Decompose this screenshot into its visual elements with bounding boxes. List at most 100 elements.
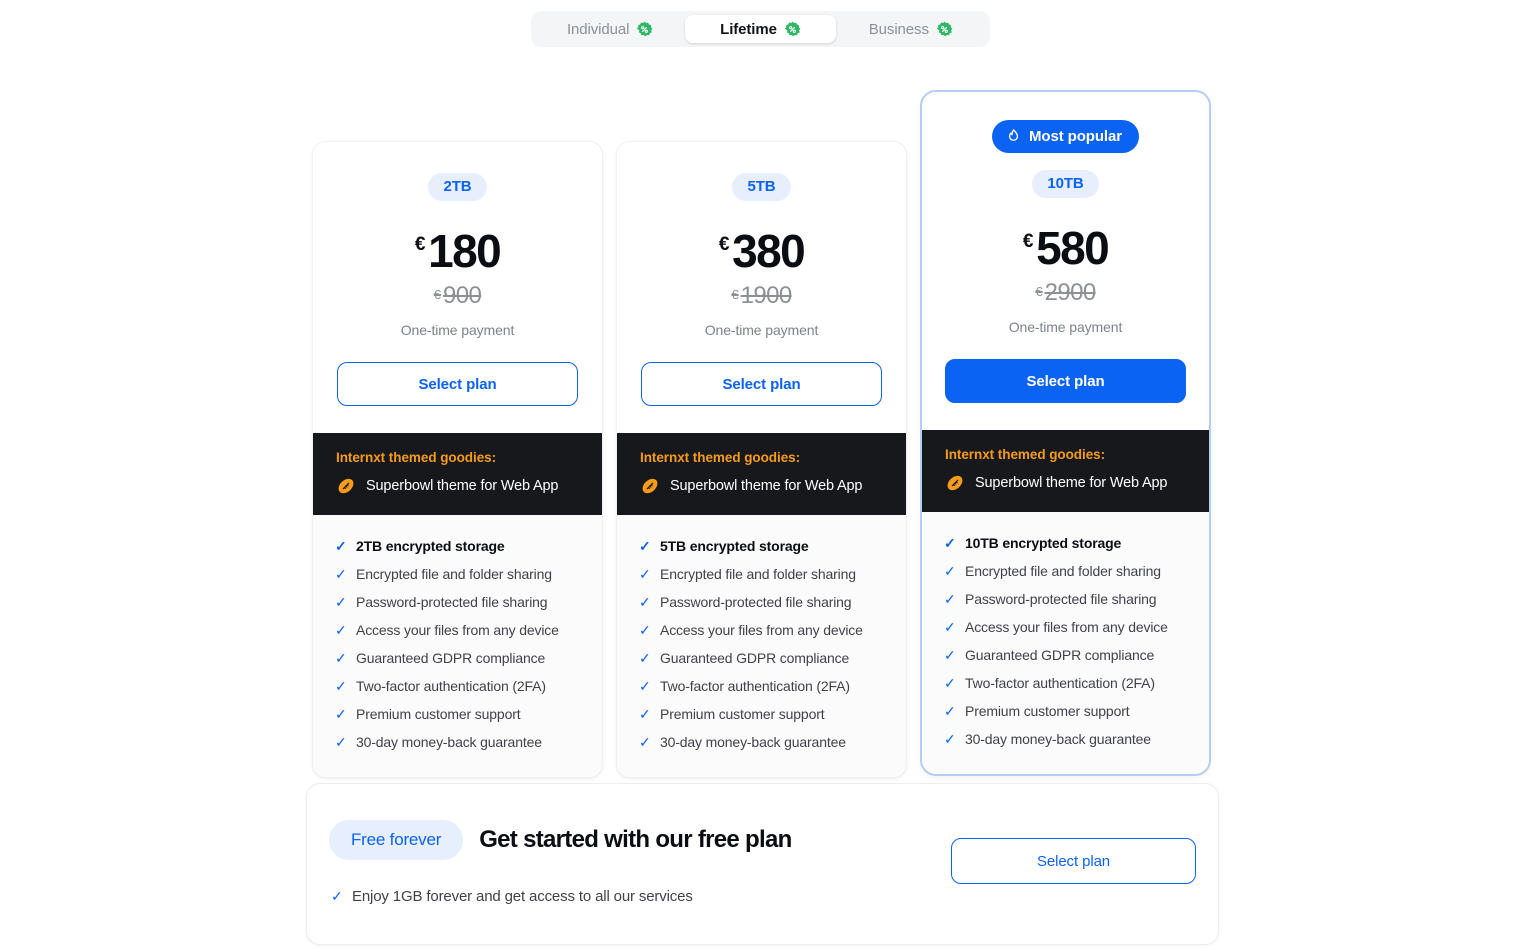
feature-label: Premium customer support	[660, 706, 825, 722]
plan-card-top: Most popular 10TB €580 €2900 One-time paymen…	[922, 92, 1209, 430]
check-icon: ✓	[335, 678, 347, 694]
check-icon: ✓	[331, 888, 343, 904]
tab-label: Lifetime	[720, 20, 777, 38]
feature-label: 2TB encrypted storage	[356, 538, 505, 554]
plan-size-pill: 5TB	[732, 173, 791, 201]
free-plan-select-button[interactable]: Select plan	[951, 838, 1196, 884]
select-plan-button[interactable]: Select plan	[945, 359, 1186, 403]
price-amount: 580	[1036, 222, 1110, 274]
goodies-banner: Internxt themed goodies: Superbowl theme …	[617, 433, 906, 515]
pricing-page: Individual Lifetime Business 2TB €180 €900 On…	[0, 0, 1520, 952]
feature-item: ✓ Two-factor authentication (2FA)	[944, 675, 1187, 692]
goodies-item-row: Superbowl theme for Web App	[336, 476, 579, 496]
check-icon: ✓	[335, 622, 347, 638]
price-currency: €	[1022, 231, 1034, 252]
check-icon: ✓	[335, 734, 347, 750]
goodies-title: Internxt themed goodies:	[640, 450, 801, 465]
tab-label: Business	[868, 20, 929, 38]
goodies-item-label: Superbowl theme for Web App	[975, 475, 1168, 491]
select-plan-button[interactable]: Select plan	[337, 362, 578, 406]
plan-original-price: €2900	[1035, 281, 1096, 305]
feature-item: ✓ 30-day money-back guarantee	[639, 734, 884, 751]
check-icon: ✓	[944, 731, 956, 747]
feature-label: Password-protected file sharing	[965, 591, 1157, 607]
check-icon: ✓	[335, 538, 347, 554]
feature-item: ✓ Two-factor authentication (2FA)	[639, 678, 884, 695]
plan-card-5tb: 5TB €380 €1900 One-time payment Select plan I…	[616, 141, 907, 778]
feature-item: ✓ Premium customer support	[944, 703, 1187, 720]
check-icon: ✓	[639, 678, 651, 694]
plan-original-price: €1900	[731, 282, 793, 309]
most-popular-badge: Most popular	[992, 120, 1139, 153]
goodies-banner: Internxt themed goodies: Superbowl theme …	[922, 430, 1209, 512]
original-price-amount: 1900	[740, 282, 793, 309]
original-price-amount: 900	[442, 282, 482, 309]
goodies-item-row: Superbowl theme for Web App	[945, 473, 1186, 493]
check-icon: ✓	[944, 619, 956, 635]
billing-note: One-time payment	[1008, 319, 1123, 335]
feature-item: ✓ 10TB encrypted storage	[944, 535, 1187, 552]
feature-label: Premium customer support	[965, 703, 1130, 719]
check-icon: ✓	[639, 594, 651, 610]
check-icon: ✓	[944, 675, 956, 691]
feature-item: ✓ Encrypted file and folder sharing	[944, 563, 1187, 580]
plan-size-pill: 2TB	[428, 173, 487, 201]
free-plan-feature: ✓ Enjoy 1GB forever and get access to al…	[331, 888, 693, 905]
feature-label: Access your files from any device	[660, 622, 863, 638]
plan-card-top: 5TB €380 €1900 One-time payment Select plan	[617, 142, 906, 433]
tab-lifetime[interactable]: Lifetime	[685, 15, 836, 43]
feature-item: ✓ Password-protected file sharing	[335, 594, 580, 611]
feature-label: Encrypted file and folder sharing	[660, 566, 856, 582]
select-plan-button[interactable]: Select plan	[641, 362, 882, 406]
feature-label: Two-factor authentication (2FA)	[356, 678, 546, 694]
flame-icon	[1008, 129, 1019, 141]
plan-original-price: €900	[433, 282, 482, 309]
goodies-item-label: Superbowl theme for Web App	[670, 478, 863, 494]
check-icon: ✓	[944, 703, 956, 719]
feature-item: ✓ Password-protected file sharing	[944, 591, 1187, 608]
feature-list: ✓ 2TB encrypted storage ✓ Encrypted file an…	[313, 515, 602, 777]
check-icon: ✓	[335, 706, 347, 722]
percent-badge-icon	[784, 21, 801, 36]
feature-item: ✓ 5TB encrypted storage	[639, 538, 884, 555]
billing-period-tabs: Individual Lifetime Business	[531, 11, 990, 47]
feature-label: Two-factor authentication (2FA)	[660, 678, 850, 694]
feature-label: Encrypted file and folder sharing	[965, 563, 1161, 579]
check-icon: ✓	[639, 650, 651, 666]
tab-business[interactable]: Business	[836, 15, 986, 43]
original-price-currency: €	[433, 287, 441, 302]
football-icon	[947, 475, 963, 491]
tab-individual[interactable]: Individual	[535, 15, 685, 43]
plan-cards: 2TB €180 €900 One-time payment Select plan In…	[312, 90, 1212, 778]
feature-label: 30-day money-back guarantee	[965, 731, 1151, 747]
goodies-title: Internxt themed goodies:	[945, 447, 1106, 462]
percent-badge-icon	[936, 21, 953, 36]
plan-card-2tb: 2TB €180 €900 One-time payment Select plan In…	[312, 141, 603, 778]
goodies-item-row: Superbowl theme for Web App	[640, 476, 883, 496]
price-amount: 180	[428, 225, 502, 277]
free-plan-feature-label: Enjoy 1GB forever and get access to all …	[352, 888, 693, 905]
feature-label: Guaranteed GDPR compliance	[660, 650, 850, 666]
percent-badge-icon-wrap	[784, 21, 801, 38]
feature-label: Access your files from any device	[356, 622, 559, 638]
free-forever-pill: Free forever	[329, 820, 464, 860]
check-icon: ✓	[944, 647, 956, 663]
price-currency: €	[718, 234, 730, 255]
feature-label: Premium customer support	[356, 706, 521, 722]
plan-card-top: 2TB €180 €900 One-time payment Select plan	[313, 142, 602, 433]
feature-label: 5TB encrypted storage	[660, 538, 809, 554]
feature-item: ✓ Password-protected file sharing	[639, 594, 884, 611]
feature-item: ✓ Access your files from any device	[639, 622, 884, 639]
check-icon: ✓	[944, 535, 956, 551]
feature-label: Two-factor authentication (2FA)	[965, 675, 1155, 691]
percent-badge-icon-wrap	[636, 21, 653, 38]
feature-item: ✓ Guaranteed GDPR compliance	[639, 650, 884, 667]
price-currency: €	[414, 234, 426, 255]
feature-item: ✓ 30-day money-back guarantee	[335, 734, 580, 751]
feature-label: Encrypted file and folder sharing	[356, 566, 552, 582]
feature-item: ✓ Encrypted file and folder sharing	[639, 566, 884, 583]
plan-card-10tb: Most popular 10TB €580 €2900 One-time paymen…	[920, 90, 1211, 776]
feature-label: Password-protected file sharing	[356, 594, 548, 610]
billing-note: One-time payment	[400, 322, 515, 338]
tab-label: Individual	[566, 20, 630, 38]
